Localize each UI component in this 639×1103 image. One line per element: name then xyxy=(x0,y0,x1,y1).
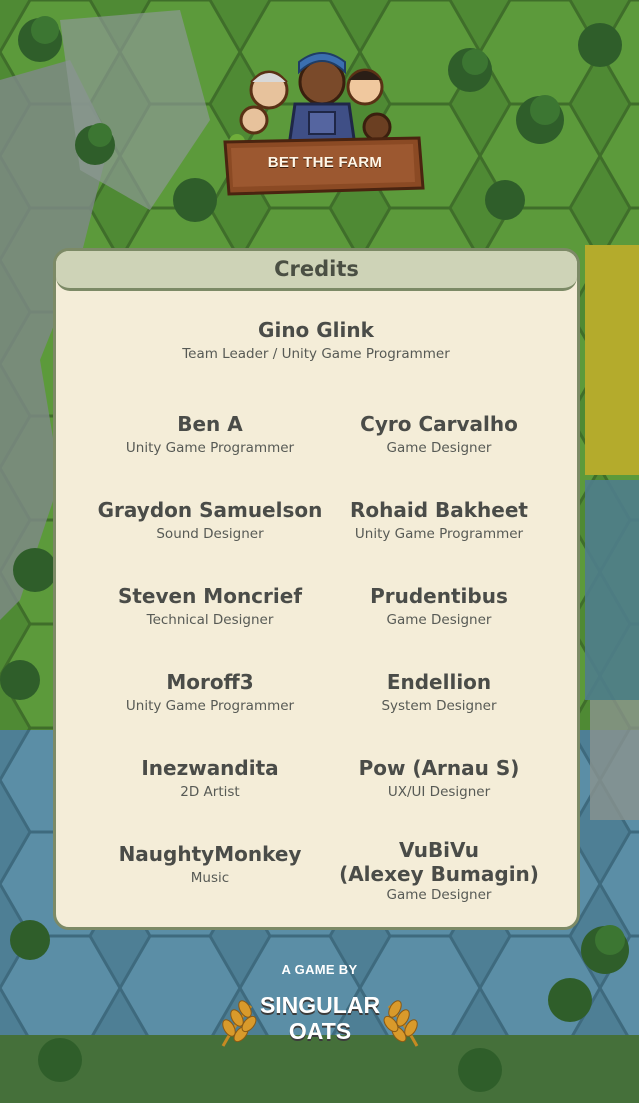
credit-role: UX/UI Designer xyxy=(387,784,491,800)
credit-entry: Prudentibus Game Designer xyxy=(319,584,559,629)
credit-entry: VuBiVu (Alexey Bumagin) Game Designer xyxy=(319,838,559,904)
credit-entry: NaughtyMonkey Music xyxy=(90,842,330,887)
logo-title: BET THE FARM xyxy=(267,154,383,171)
credit-name: Graydon Samuelson xyxy=(97,498,323,522)
credit-lead: Gino Glink Team Leader / Unity Game Prog… xyxy=(136,318,496,363)
credits-header: Credits xyxy=(56,251,577,291)
credit-entry: Ben A Unity Game Programmer xyxy=(90,412,330,457)
bet-the-farm-logo: BET THE FARM xyxy=(217,42,427,200)
credit-name-line2: (Alexey Bumagin) xyxy=(339,862,539,886)
credit-role: Team Leader / Unity Game Programmer xyxy=(182,346,450,362)
credit-role: Game Designer xyxy=(386,887,492,903)
studio-name-line2: OATS xyxy=(288,1018,352,1044)
credit-entry: Moroff3 Unity Game Programmer xyxy=(90,670,330,715)
credit-name: Rohaid Bakheet xyxy=(350,498,528,522)
credit-role: Sound Designer xyxy=(156,526,264,542)
farm-logo-icon xyxy=(223,52,425,196)
credit-role: System Designer xyxy=(381,698,497,714)
credit-role: Unity Game Programmer xyxy=(125,440,295,456)
credit-entry: Cyro Carvalho Game Designer xyxy=(319,412,559,457)
credit-name: Pow (Arnau S) xyxy=(358,756,520,780)
credit-role: Unity Game Programmer xyxy=(125,698,295,714)
credit-entry: Graydon Samuelson Sound Designer xyxy=(90,498,330,543)
credit-entry: Rohaid Bakheet Unity Game Programmer xyxy=(319,498,559,543)
credit-name: Inezwandita xyxy=(141,756,279,780)
credits-panel: Credits Gino Glink Team Leader / Unity G… xyxy=(53,248,580,930)
studio-name-line1: SINGULAR xyxy=(259,992,381,1018)
credit-name: Gino Glink xyxy=(258,318,374,342)
studio-logo: SINGULAR OATS xyxy=(215,988,425,1050)
credit-name: VuBiVu xyxy=(398,838,480,862)
credit-entry: Steven Moncrief Technical Designer xyxy=(90,584,330,629)
credit-name: NaughtyMonkey xyxy=(118,842,302,866)
credit-entry: Pow (Arnau S) UX/UI Designer xyxy=(319,756,559,801)
credit-name: Steven Moncrief xyxy=(117,584,303,608)
credit-name: Endellion xyxy=(386,670,492,694)
credit-name: Moroff3 xyxy=(166,670,254,694)
credit-name: Ben A xyxy=(177,412,243,436)
credit-role: Music xyxy=(190,870,230,886)
credit-entry: Endellion System Designer xyxy=(319,670,559,715)
credit-name: Prudentibus xyxy=(370,584,508,608)
credits-title: Credits xyxy=(274,257,359,281)
credit-role: Game Designer xyxy=(386,612,492,628)
credit-role: Technical Designer xyxy=(146,612,274,628)
credit-entry: Inezwandita 2D Artist xyxy=(90,756,330,801)
credit-role: 2D Artist xyxy=(180,784,240,800)
a-game-by-label: A GAME BY xyxy=(281,962,358,977)
credit-role: Game Designer xyxy=(386,440,492,456)
credit-name: Cyro Carvalho xyxy=(360,412,518,436)
credit-role: Unity Game Programmer xyxy=(354,526,524,542)
